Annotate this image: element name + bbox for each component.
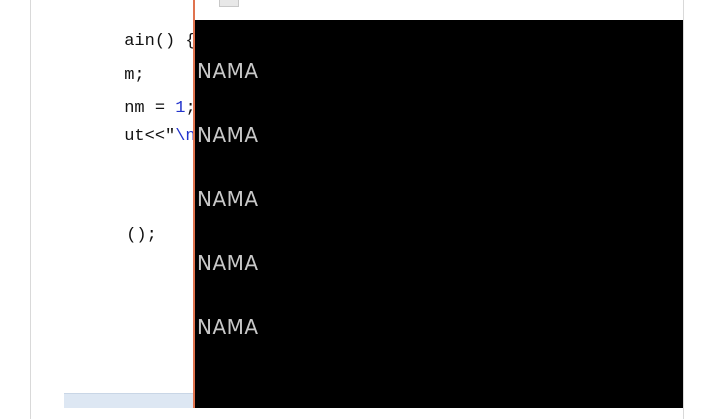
- console-app-icon: [219, 0, 239, 7]
- string-literal: \nN: [175, 127, 193, 146]
- console-output-line: NAMA: [197, 59, 259, 83]
- console-output-line: NAMA: [197, 315, 259, 339]
- console-output-line: NAMA: [197, 187, 259, 211]
- frame-border-right: [683, 0, 684, 419]
- console-output-line: NAMA: [197, 123, 259, 147]
- code-line: ();: [126, 226, 157, 245]
- console-window[interactable]: NAMA NAMA NAMA NAMA NAMA: [193, 0, 683, 408]
- bottom-margin: [31, 408, 683, 419]
- screenshot-stage: ain() { m; nm = 1; ut<<"\nN (); NAMA NAM…: [0, 0, 713, 419]
- code-editor[interactable]: ain() { m; nm = 1; ut<<"\nN ();: [31, 0, 193, 419]
- code-line: ut<<"\nN: [63, 104, 193, 170]
- editor-horizontal-scrollbar[interactable]: [64, 393, 193, 408]
- console-titlebar[interactable]: [195, 0, 683, 20]
- console-output-line: NAMA: [197, 251, 259, 275]
